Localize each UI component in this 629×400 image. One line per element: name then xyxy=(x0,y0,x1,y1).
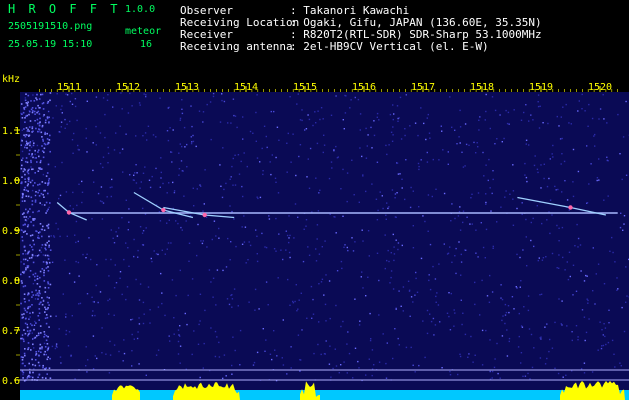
spectrogram: 1511 1512 1513 1514 1515 1516 1517 1518 1519 1520… xyxy=(2,82,629,400)
antenna-key: Receiving antenna xyxy=(180,40,293,53)
y-tick-label: 0.6 xyxy=(2,376,20,387)
meteor-echo-spot xyxy=(66,210,72,215)
meteor-echo-spot xyxy=(568,205,573,210)
signal-baseline xyxy=(20,390,629,400)
meteor-count: 16 xyxy=(140,39,153,50)
hrofft-window: 1511 1512 1513 1514 1515 1516 1517 1518 1519 1520… xyxy=(0,0,629,400)
app-version: 1.0.0 xyxy=(125,4,156,15)
app-name: H R O F F T xyxy=(8,2,121,16)
y-tick-label: 0.8 xyxy=(2,276,20,287)
y-tick-label: 1.1 xyxy=(2,126,20,137)
timestamp: 25.05.19 15:10 xyxy=(8,39,93,50)
y-tick-label: 0.7 xyxy=(2,326,20,337)
meteor-echo-spot xyxy=(161,207,166,213)
y-tick-label: 1.0 xyxy=(2,176,20,187)
event-label: meteor xyxy=(125,26,162,37)
antenna-value: : 2el-HB9CV Vertical (el. E-W) xyxy=(290,40,489,53)
meteor-echo-spot xyxy=(202,212,207,218)
y-axis-unit: kHz xyxy=(2,74,21,85)
file-name: 2505191510.png xyxy=(8,21,93,32)
y-tick-label: 0.9 xyxy=(2,226,20,237)
